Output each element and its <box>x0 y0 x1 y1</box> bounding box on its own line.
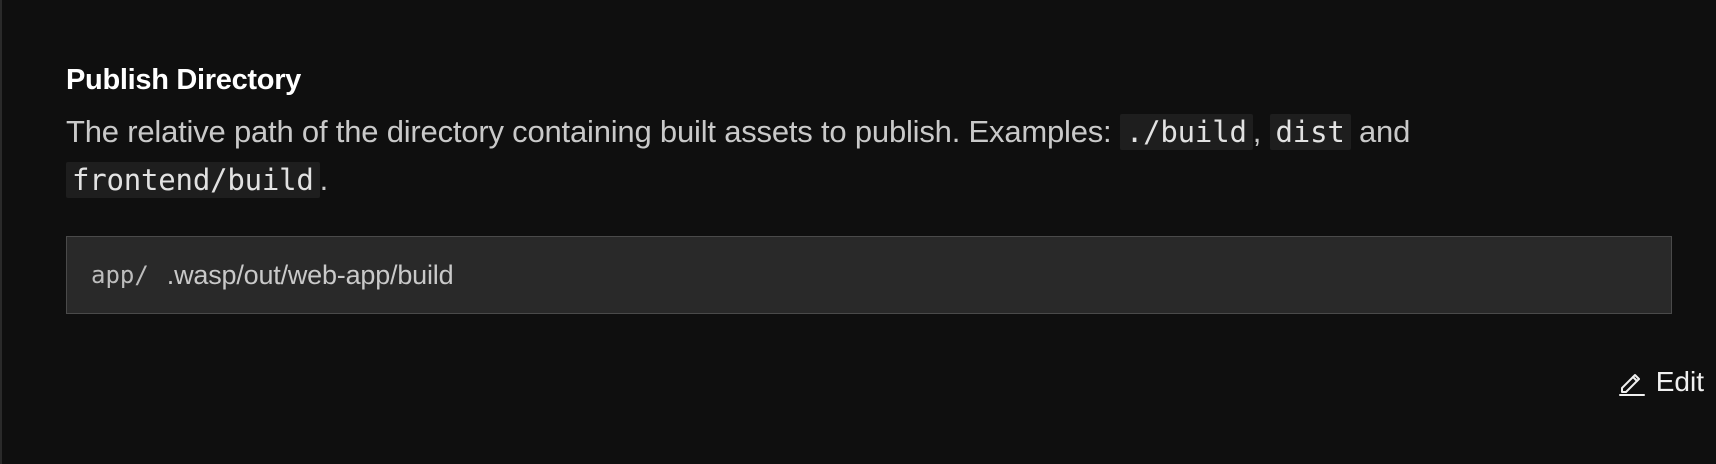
example-build: ./build <box>1119 114 1253 150</box>
separator-and: and <box>1350 114 1411 149</box>
publish-directory-section: Publish Directory The relative path of t… <box>66 60 1672 314</box>
description-end: . <box>319 162 329 197</box>
separator-comma: , <box>1252 114 1270 149</box>
publish-directory-field[interactable]: app/ .wasp/out/web-app/build <box>66 236 1672 314</box>
actions-bar: Edit <box>1618 366 1704 398</box>
path-prefix: app/ <box>91 261 149 289</box>
description-text: The relative path of the directory conta… <box>66 114 1120 149</box>
pencil-icon <box>1618 368 1646 396</box>
section-title: Publish Directory <box>66 64 302 96</box>
example-dist: dist <box>1269 114 1351 150</box>
edit-button[interactable]: Edit <box>1618 366 1704 398</box>
example-frontend-build: frontend/build <box>66 162 320 198</box>
publish-directory-value[interactable]: .wasp/out/web-app/build <box>167 260 454 291</box>
edit-label: Edit <box>1655 366 1704 397</box>
left-border <box>0 0 2 464</box>
section-description: The relative path of the directory conta… <box>66 108 1672 204</box>
